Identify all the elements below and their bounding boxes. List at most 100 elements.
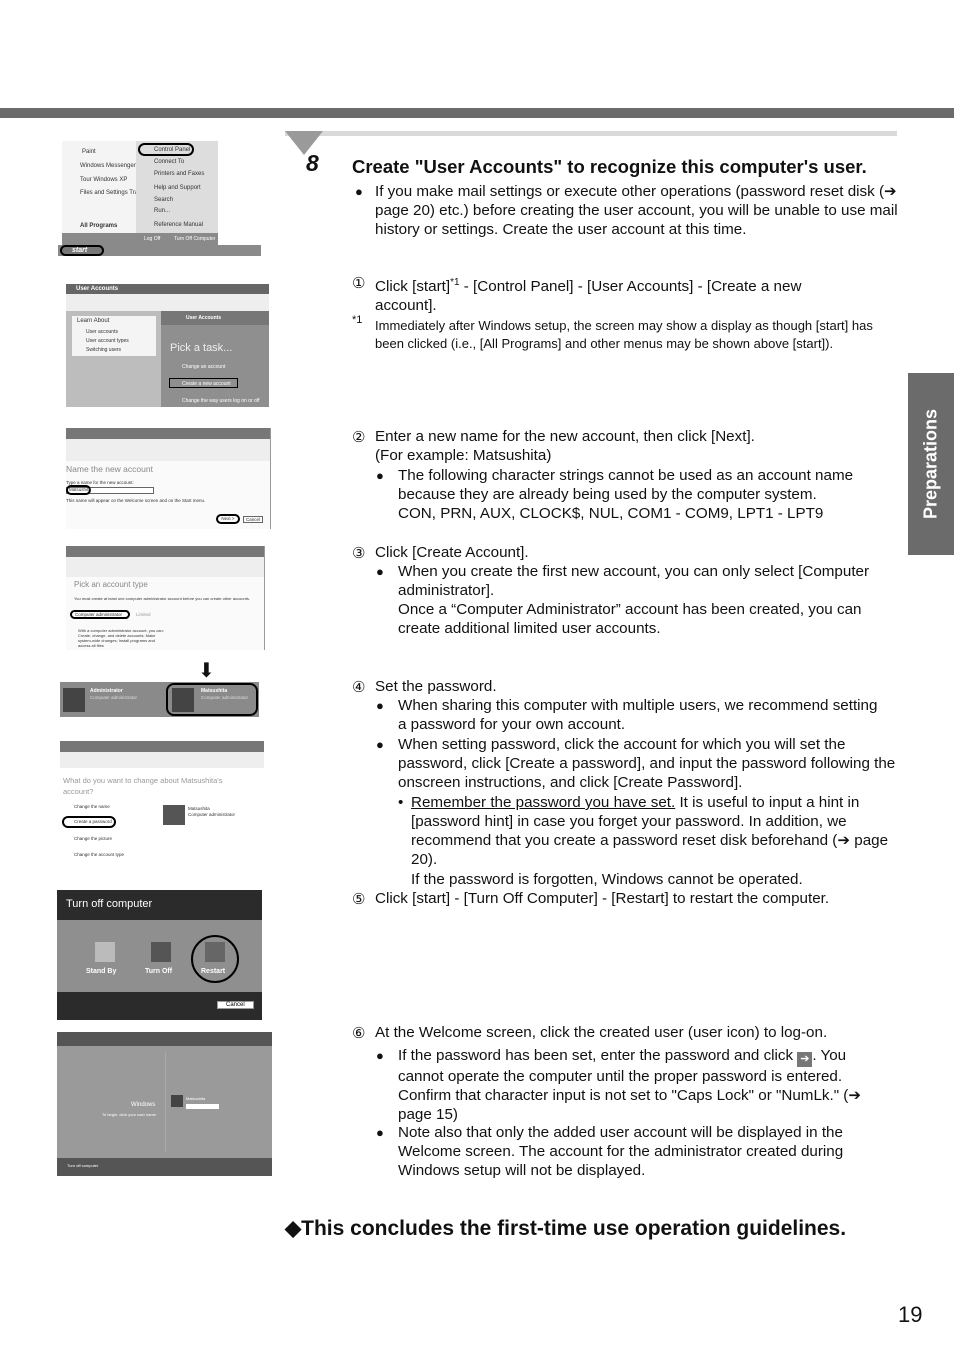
account-name: Administrator [90, 688, 123, 694]
substep-number: ② [352, 429, 366, 446]
substep-6-bullet-2: Note also that only the added user accou… [398, 1124, 844, 1179]
dialog-heading: Name the new account [66, 464, 153, 474]
help-link: User accounts [86, 329, 118, 335]
bullet-icon: ● [355, 184, 363, 199]
substep-2-bullet: The following character strings cannot b… [398, 467, 854, 503]
dialog-title: Turn off computer [66, 898, 153, 910]
menu-item: Run... [154, 208, 171, 214]
cancel-button: Cancel [243, 516, 264, 523]
bullet-icon: ● [376, 1125, 384, 1140]
log-off-button: Log Off [144, 236, 161, 242]
step-number: 8 [306, 150, 319, 176]
create-password-link: Create a password [62, 816, 116, 828]
learn-about: Learn About [77, 318, 110, 324]
reserved-names: CON, PRN, AUX, CLOCK$, NUL, COM1 - COM9,… [398, 505, 824, 522]
task-link: Create a new account [182, 381, 231, 387]
substep-6-bullet-1: If the password has been set, enter the … [398, 1046, 878, 1124]
substep-2-text: Enter a new name for the new account, th… [375, 428, 755, 445]
admin-radio: Computer administrator [70, 610, 130, 619]
substep-6-text: At the Welcome screen, click the created… [375, 1024, 828, 1041]
account-type: Computer administrator [188, 812, 236, 817]
type-description: You must create at least one computer ad… [74, 596, 250, 601]
task-link: Change the way users log on or off [182, 398, 260, 404]
name-note: This name will appear on the Welcome scr… [66, 498, 206, 503]
menu-item: Windows Messenger [80, 163, 136, 169]
screenshot-user-accounts: User Accounts Learn About User accounts … [66, 284, 269, 407]
substep-4-text: Set the password. [375, 678, 497, 695]
panel-header: User Accounts [186, 315, 222, 321]
user-tile: Matsushita [186, 1096, 206, 1101]
bullet-icon: ● [376, 468, 384, 483]
substep-3-bullet: When you create the first new account, y… [398, 563, 870, 599]
screenshot-start-menu: Paint Windows Messenger Tour Windows XP … [62, 141, 218, 245]
substep-number: ⑥ [352, 1025, 366, 1042]
forgotten-note: If the password is forgotten, Windows ca… [411, 871, 803, 888]
account-name: Matsushita [188, 806, 210, 811]
menu-item: Connect To [154, 159, 185, 165]
bullet-icon: ● [376, 737, 384, 752]
account-name-input: Matsushita [66, 485, 91, 495]
footnote-mark: *1 [352, 314, 363, 326]
substep-1-a: Click [start] [375, 278, 451, 296]
help-link: Switching users [86, 347, 122, 353]
substep-4-bullet-1: When sharing this computer with multiple… [398, 697, 878, 733]
substep-number: ⑤ [352, 891, 366, 908]
admin-capabilities: With a computer administrator account, y… [78, 628, 164, 648]
sub-bullet-icon: • [398, 794, 404, 811]
screenshot-welcome: Windows To begin, click your user name M… [57, 1032, 272, 1176]
substep-1-text: Click [start]*1 - [Control Panel] - [Use… [375, 273, 845, 315]
taskbar: start [58, 245, 261, 256]
bullet-icon: ● [376, 1048, 384, 1063]
menu-item: Reference Manual [154, 222, 204, 228]
substep-2-example: (For example: Matsushita) [375, 447, 552, 464]
screenshot-account-type: Pick an account type You must create at … [66, 546, 265, 650]
menu-item: Search [154, 197, 174, 203]
side-tab: Preparations [908, 373, 954, 555]
account-type: Computer administrator [90, 695, 138, 700]
change-link: Change the name [74, 804, 110, 809]
dialog-heading: What do you want to change about Matsush… [63, 776, 223, 796]
account-name: Matsushita [201, 688, 228, 694]
help-link: User account types [86, 338, 129, 344]
substep-3-note: Once a “Computer Administrator” account … [398, 601, 862, 637]
intro-bullet: If you make mail settings or execute oth… [375, 183, 898, 238]
step-title: Create "User Accounts" to recognize this… [352, 156, 867, 177]
substep-number: ④ [352, 679, 366, 696]
side-tab-label: Preparations [920, 408, 941, 520]
bullet-icon: ● [376, 698, 384, 713]
screenshot-name-account: Name the new account Type a name for the… [66, 428, 271, 529]
step-divider [285, 131, 897, 136]
window-title: User Accounts [76, 286, 119, 292]
restart-button: Restart [201, 968, 226, 975]
start-button: start [60, 245, 104, 256]
change-link: Change the account type [74, 852, 125, 857]
welcome-hint: To begin, click your user name [102, 1112, 157, 1117]
account-type: Computer administrator [201, 695, 249, 700]
menu-item: All Programs [80, 223, 118, 229]
cancel-button: Cancel [217, 1001, 254, 1009]
footnote-text: Immediately after Windows setup, the scr… [375, 318, 873, 351]
menu-item: Help and Support [154, 185, 201, 191]
task-link: Change an account [182, 364, 226, 370]
limited-radio: Limited [136, 612, 151, 617]
arrow-button-icon: ➔ [797, 1052, 813, 1067]
footnote-ref: *1 [450, 277, 460, 288]
conclusion: ◆This concludes the first-time use opera… [285, 1217, 847, 1240]
substep-3-text: Click [Create Account]. [375, 544, 529, 561]
password-instruction: If the password has been set, enter the … [398, 1047, 798, 1064]
remember-password-note: Remember the password you have set. [411, 794, 676, 811]
turn-off-button: Turn Off [145, 968, 173, 975]
menu-item: Paint [82, 149, 96, 155]
screenshot-change-account: What do you want to change about Matsush… [60, 741, 264, 860]
header-bar [0, 108, 954, 118]
page-number: 19 [898, 1302, 923, 1327]
dialog-heading: Pick an account type [74, 580, 148, 589]
menu-item: Printers and Faxes [154, 171, 205, 177]
pick-task-heading: Pick a task... [170, 342, 233, 354]
substep-number: ① [352, 275, 366, 292]
bullet-icon: ● [376, 564, 384, 579]
substep-number: ③ [352, 545, 366, 562]
substep-5-text: Click [start] - [Turn Off Computer] - [R… [375, 890, 830, 907]
next-button: Next > [216, 514, 240, 524]
menu-item: Tour Windows XP [80, 177, 128, 183]
